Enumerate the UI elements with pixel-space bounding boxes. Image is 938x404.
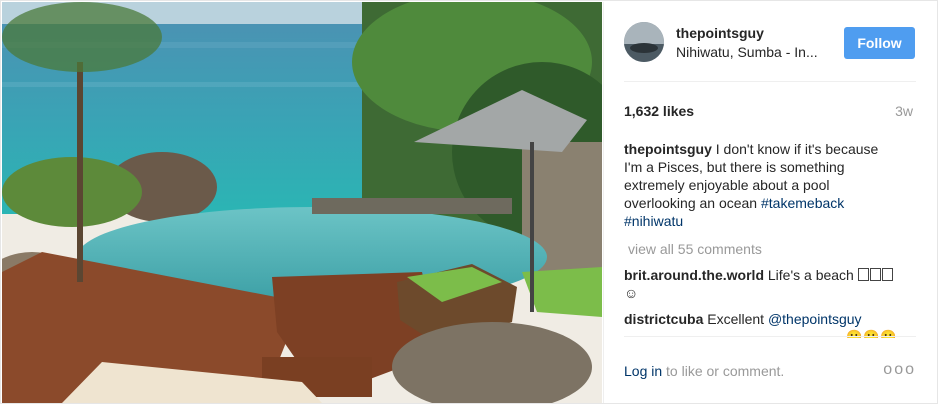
emoji-glyph-icon [857, 268, 869, 281]
hashtag-nihiwatu[interactable]: #nihiwatu [624, 213, 683, 229]
view-all-comments-link[interactable]: view all 55 comments [628, 240, 899, 258]
login-link[interactable]: Log in [624, 363, 662, 379]
likes-count[interactable]: 1,632 likes [624, 103, 694, 119]
comment-emoji-trail: ☺ [624, 285, 639, 301]
comment-username[interactable]: brit.around.the.world [624, 267, 764, 283]
login-suffix: to like or comment. [662, 363, 785, 379]
more-options-icon[interactable]: ooo [883, 361, 916, 379]
emoji-glyph-icon [869, 268, 881, 281]
post-sidebar: thepointsguy Nihiwatu, Sumba - In... Fol… [603, 2, 937, 403]
post-photo[interactable] [2, 2, 602, 403]
post-header: thepointsguy Nihiwatu, Sumba - In... Fol… [624, 2, 916, 82]
post-location[interactable]: Nihiwatu, Sumba - In... [676, 44, 826, 60]
comment-item: districtcuba Excellent @thepointsguy [624, 310, 899, 328]
follow-button[interactable]: Follow [844, 27, 915, 59]
avatar[interactable] [624, 22, 664, 62]
login-prompt: Log in to like or comment. [624, 363, 784, 379]
comment-text: Excellent [703, 311, 768, 327]
emoji-glyph-icon [881, 268, 893, 281]
hashtag-takemeback[interactable]: #takemeback [761, 195, 844, 211]
post-footer: Log in to like or comment. ooo [624, 336, 916, 402]
comment-text: Life's a beach [764, 267, 858, 283]
caption-username[interactable]: thepointsguy [624, 141, 712, 157]
comment-item: brit.around.the.world Life's a beach ☺ [624, 266, 899, 302]
post-username[interactable]: thepointsguy [676, 25, 764, 41]
caption: thepointsguy I don't know if it's becaus… [624, 140, 899, 230]
instagram-post: thepointsguy Nihiwatu, Sumba - In... Fol… [0, 0, 938, 404]
mention-link[interactable]: @thepointsguy [768, 311, 862, 327]
post-time[interactable]: 3w [895, 103, 913, 119]
comment-username[interactable]: districtcuba [624, 311, 703, 327]
comment-list: thepointsguy I don't know if it's becaus… [624, 140, 899, 338]
tropical-pool-image [2, 2, 602, 403]
